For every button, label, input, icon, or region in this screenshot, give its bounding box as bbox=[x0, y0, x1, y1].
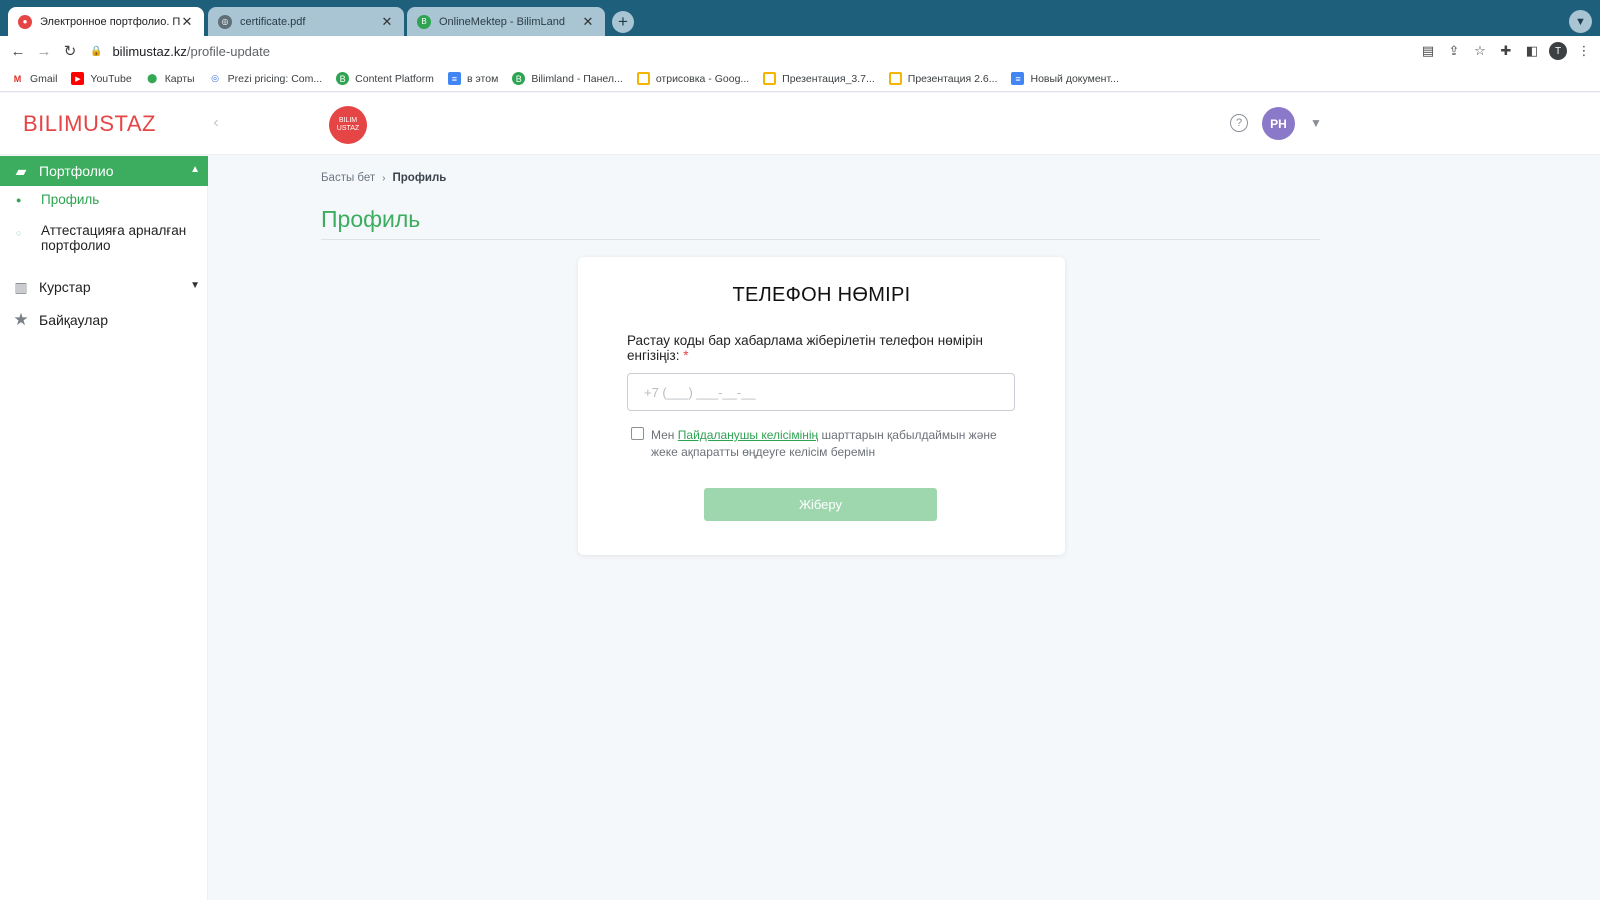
maps-pin-icon: ⬤ bbox=[147, 73, 158, 83]
new-tab-plus-icon[interactable]: + bbox=[612, 11, 634, 33]
youtube-icon: ▶ bbox=[71, 72, 85, 85]
sidebar-section-label: Курстар bbox=[39, 279, 91, 295]
bookmark-youtube[interactable]: ▶ YouTube bbox=[71, 72, 132, 85]
phone-field-label: Растау коды бар хабарлама жіберілетін те… bbox=[627, 333, 1027, 363]
browser-tab-strip: ● Электронное портфолио. Пол ✕ ◎ certifi… bbox=[0, 0, 1600, 36]
toolbar-actions: ▤ ⇪ ☆ ✚ ◧ T ⋮ bbox=[1415, 38, 1600, 64]
side-panel-icon[interactable]: ◧ bbox=[1519, 38, 1545, 64]
close-tab-icon[interactable]: ✕ bbox=[180, 14, 194, 30]
site-header: BILIMUSTAZ ‹ BILIM USTAZ ? PH ▼ bbox=[0, 93, 1600, 155]
slides-icon bbox=[888, 72, 902, 85]
user-agreement-link[interactable]: Пайдаланушы келісімінің bbox=[678, 428, 818, 442]
sidebar-item-attestation-portfolio[interactable]: ○ Аттестацияға арналған портфолио bbox=[0, 223, 200, 253]
bookmark-bilimland-panel[interactable]: B Bilimland - Панел... bbox=[512, 72, 623, 85]
bookmark-content-platform[interactable]: B Content Platform bbox=[336, 72, 434, 85]
reader-mode-icon[interactable]: ▤ bbox=[1415, 38, 1441, 64]
bullet-filled-icon: ● bbox=[16, 195, 22, 205]
sidebar: ▰ Портфолио ▲ ● Профиль ○ Аттестацияға а… bbox=[0, 156, 208, 900]
gmail-icon: M bbox=[13, 73, 22, 84]
star-icon: ★ bbox=[13, 310, 29, 329]
bookmark-otrisovka[interactable]: отрисовка - Goog... bbox=[636, 72, 749, 85]
bookmark-prezi[interactable]: ◎ Prezi pricing: Com... bbox=[209, 72, 322, 85]
chevron-right-icon: › bbox=[382, 172, 386, 184]
page-title: Профиль bbox=[321, 206, 421, 232]
browser-tab-certificate[interactable]: ◎ certificate.pdf ✕ bbox=[208, 7, 404, 36]
extensions-puzzle-icon[interactable]: ✚ bbox=[1493, 38, 1519, 64]
doc-icon: ≡ bbox=[447, 72, 461, 85]
submit-button[interactable]: Жіберу bbox=[704, 488, 937, 521]
bookmark-v-etom[interactable]: ≡ в этом bbox=[447, 72, 498, 85]
sidebar-section-label: Байқаулар bbox=[39, 312, 108, 328]
bookmark-prezentatsiya-2[interactable]: Презентация 2.6... bbox=[888, 72, 997, 85]
sidebar-section-portfolio[interactable]: ▰ Портфолио ▲ bbox=[0, 156, 208, 186]
globe-icon: ◎ bbox=[218, 14, 232, 29]
lock-icon[interactable]: 🔒 bbox=[90, 46, 102, 57]
tab-title: certificate.pdf bbox=[240, 15, 306, 28]
bilimustaz-favicon-icon: ● bbox=[18, 14, 32, 29]
bookmark-gmail[interactable]: M Gmail bbox=[11, 72, 58, 85]
forward-arrow-icon[interactable]: → bbox=[31, 38, 57, 64]
profile-avatar[interactable]: T bbox=[1545, 38, 1571, 64]
phone-input[interactable] bbox=[627, 373, 1015, 411]
phone-number-card: ТЕЛЕФОН НӨМІРІ Растау коды бар хабарлама… bbox=[578, 257, 1065, 555]
agree-checkbox[interactable] bbox=[631, 427, 644, 440]
url-path: /profile-update bbox=[186, 43, 270, 59]
brand-logo[interactable]: BILIMUSTAZ bbox=[23, 111, 156, 137]
bullet-hollow-icon: ○ bbox=[16, 228, 22, 238]
agree-text: Мен Пайдаланушы келісімінің шарттарын қа… bbox=[651, 427, 1011, 461]
slides-icon bbox=[636, 72, 650, 85]
user-menu-chevron-down-icon[interactable]: ▼ bbox=[1308, 113, 1324, 133]
bookmark-prezentatsiya-3[interactable]: Презентация_3.7... bbox=[763, 72, 875, 85]
briefcase-icon: ▰ bbox=[15, 162, 27, 179]
close-tab-icon[interactable]: ✕ bbox=[380, 14, 394, 30]
share-icon[interactable]: ⇪ bbox=[1441, 38, 1467, 64]
browser-tab-portfolio[interactable]: ● Электронное портфолио. Пол ✕ bbox=[8, 7, 204, 36]
card-title: ТЕЛЕФОН НӨМІРІ bbox=[732, 284, 911, 306]
bookmarks-bar: M Gmail ▶ YouTube ⬤ Карты ◎ Prezi pricing: C… bbox=[0, 66, 1600, 92]
breadcrumb-home-link[interactable]: Басты бет bbox=[321, 172, 375, 184]
slides-icon bbox=[763, 72, 777, 85]
bilim-ustaz-logo[interactable]: BILIM USTAZ bbox=[329, 106, 367, 144]
phone-field-label-text: Растау коды бар хабарлама жіберілетін те… bbox=[627, 333, 983, 363]
bilimland-icon: B bbox=[512, 72, 526, 85]
address-bar[interactable]: 🔒 bilimustaz.kz/profile-update bbox=[90, 38, 1390, 64]
tab-title: Электронное портфолио. Пол bbox=[40, 15, 180, 28]
prezi-icon: ◎ bbox=[211, 73, 220, 83]
bookmark-new-document[interactable]: ≡ Новый документ... bbox=[1011, 72, 1119, 85]
chevron-up-icon: ▲ bbox=[190, 164, 200, 175]
bilimland-icon: B bbox=[336, 72, 350, 85]
bookmark-star-icon[interactable]: ☆ bbox=[1467, 38, 1493, 64]
tab-search-chevron-icon[interactable]: ▼ bbox=[1569, 10, 1592, 33]
sidebar-section-contests[interactable]: ★ Байқаулар bbox=[0, 305, 208, 335]
sidebar-section-label: Портфолио bbox=[39, 163, 114, 179]
user-avatar[interactable]: PH bbox=[1262, 107, 1295, 140]
title-divider bbox=[321, 239, 1320, 240]
reload-icon[interactable]: ↻ bbox=[57, 38, 83, 64]
bookmark-maps[interactable]: ⬤ Карты bbox=[146, 72, 194, 85]
close-tab-icon[interactable]: ✕ bbox=[581, 14, 595, 30]
tab-title: OnlineMektep - BilimLand bbox=[439, 15, 565, 28]
required-mark: * bbox=[683, 348, 689, 363]
collapse-sidebar-chevron-icon[interactable]: ‹ bbox=[204, 111, 228, 135]
sidebar-item-profile[interactable]: ● Профиль bbox=[0, 192, 208, 207]
breadcrumb: Басты бет › Профиль bbox=[321, 172, 446, 184]
profile-initial: T bbox=[1549, 42, 1567, 60]
chevron-down-icon: ▼ bbox=[190, 280, 200, 291]
bilimland-favicon-icon: B bbox=[417, 14, 431, 29]
sidebar-section-courses[interactable]: ▥ Курстар ▼ bbox=[0, 272, 208, 302]
book-icon: ▥ bbox=[14, 278, 28, 295]
kebab-menu-icon[interactable]: ⋮ bbox=[1571, 38, 1597, 64]
sidebar-item-label: Аттестацияға арналған портфолио bbox=[41, 223, 187, 253]
back-arrow-icon[interactable]: ← bbox=[5, 38, 31, 64]
browser-tab-onlinemektep[interactable]: B OnlineMektep - BilimLand ✕ bbox=[407, 7, 605, 36]
sidebar-item-label: Профиль bbox=[41, 192, 100, 207]
doc-icon: ≡ bbox=[1011, 72, 1025, 85]
breadcrumb-current: Профиль bbox=[392, 172, 447, 184]
url-host: bilimustaz.kz bbox=[112, 43, 187, 59]
browser-toolbar: ← → ↻ 🔒 bilimustaz.kz/profile-update ▤ ⇪… bbox=[0, 36, 1600, 66]
help-question-icon[interactable]: ? bbox=[1230, 114, 1248, 132]
agree-prefix: Мен bbox=[651, 428, 675, 442]
